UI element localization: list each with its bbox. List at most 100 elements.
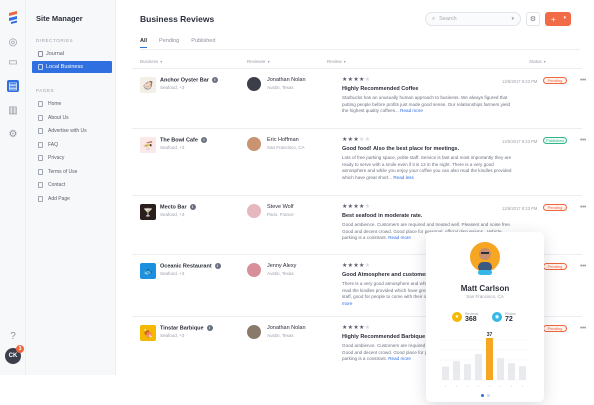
business-category: Seafood, +3: [160, 333, 185, 338]
folder-icon: [38, 64, 43, 70]
more-options-icon[interactable]: •••: [580, 77, 586, 84]
business-name[interactable]: Tinstar Barbique i: [160, 325, 213, 331]
profile-name: Matt Carlson: [460, 284, 510, 293]
help-icon[interactable]: ?: [7, 330, 19, 342]
column-label: Review: [327, 59, 342, 64]
read-less-link[interactable]: Read less: [393, 175, 413, 180]
sidebar-item-local-business[interactable]: Local Business: [32, 61, 112, 73]
column-header-reviewer[interactable]: Reviewer ▾: [247, 59, 270, 64]
rating-stars: ★★★★★: [342, 263, 371, 269]
sidebar-item-label: Contact: [48, 182, 66, 188]
status-badge[interactable]: Pending: [543, 325, 567, 332]
sidebar-item-home[interactable]: Home: [38, 101, 61, 107]
column-label: Status: [529, 59, 542, 64]
business-logo-icon: 🍜: [140, 137, 156, 153]
reviewer-avatar: [247, 137, 261, 151]
reviewer-name[interactable]: Jonathan Nolan: [267, 77, 306, 83]
sidebar-item-label: Journal: [46, 51, 65, 57]
add-button[interactable]: + ▾: [545, 12, 571, 26]
axis-tick: •: [445, 384, 446, 388]
review-date: 12/6/2017 8:23 PM: [502, 139, 538, 144]
axis-tick: •: [500, 384, 501, 388]
sidebar-item-contact[interactable]: Contact: [38, 182, 65, 188]
sidebar-item-terms[interactable]: Terms of Use: [38, 169, 77, 175]
business-logo-icon: 🍖: [140, 325, 156, 341]
axis-tick: •: [511, 384, 512, 388]
more-options-icon[interactable]: •••: [580, 137, 586, 144]
business-name[interactable]: Anchor Oyster Bar i: [160, 77, 218, 83]
pager-dot[interactable]: [481, 394, 484, 397]
chat-icon[interactable]: ▤: [7, 80, 19, 92]
user-initials: CK: [8, 353, 18, 359]
sidebar-item-label: Terms of Use: [48, 169, 78, 175]
verified-icon: i: [189, 204, 196, 210]
column-header-review[interactable]: Review ▾: [327, 59, 346, 64]
user-avatar[interactable]: CK 3: [5, 345, 24, 364]
status-badge[interactable]: Pending: [543, 204, 567, 211]
reviewer-name[interactable]: Steve Wolf: [267, 204, 294, 210]
status-badge[interactable]: Published: [543, 137, 567, 144]
calendar-icon[interactable]: ▭: [7, 56, 19, 68]
search-placeholder: Search: [439, 16, 457, 22]
read-more-link[interactable]: Read more: [400, 108, 423, 113]
tab-pending[interactable]: Pending: [159, 38, 179, 48]
stats-icon[interactable]: ▥: [7, 104, 19, 116]
sidebar-item-journal[interactable]: Journal: [32, 48, 112, 60]
review-title: Highly Recommended Coffee: [342, 86, 419, 92]
sidebar-item-privacy[interactable]: Privacy: [38, 155, 64, 161]
more-options-icon[interactable]: •••: [580, 263, 586, 270]
sort-icon: ▾: [160, 59, 163, 64]
business-category: Seafood, +3: [160, 85, 185, 90]
business-logo-icon: 🐟: [140, 263, 156, 279]
read-more-link[interactable]: Read more: [388, 235, 411, 240]
directories-heading: DIRECTORIES: [36, 38, 74, 43]
reviewer-name[interactable]: Eric Hoffman: [267, 137, 299, 143]
status-badge[interactable]: Pending: [543, 77, 567, 84]
table-row[interactable]: 🍜 The Bowl Cafe i Seafood, +3 Eric Hoffma…: [132, 128, 586, 190]
tab-all[interactable]: All: [140, 38, 148, 48]
business-name[interactable]: The Bowl Cafe i: [160, 137, 207, 143]
gear-icon[interactable]: ⚙: [7, 128, 19, 140]
page-icon: [38, 101, 43, 107]
reviewer-location: San Francisco, CA: [267, 145, 305, 150]
divider: [140, 49, 580, 50]
icon-rail: ◎ ▭ ▤ ▥ ⚙ ? CK 3: [0, 0, 26, 375]
business-logo-icon: 🍸: [140, 204, 156, 220]
search-input[interactable]: ⌕ Search ▾: [425, 12, 521, 26]
tab-published[interactable]: Published: [191, 38, 215, 48]
page-title: Business Reviews: [140, 14, 215, 24]
profile-card: Matt Carlson San Francisco, CA ★ Reviews…: [426, 232, 544, 402]
reviewer-location: Austin, Texas: [267, 85, 294, 90]
page-icon: [38, 182, 43, 188]
reviewer-name[interactable]: Jenny Alexy: [267, 263, 296, 269]
sidebar-item-advertise[interactable]: Advertise with Us: [38, 128, 87, 134]
review-title: Good food! Also the best place for meeti…: [342, 146, 460, 152]
sidebar-item-label: Privacy: [48, 155, 65, 161]
review-title: Best seafood in moderate rate.: [342, 213, 423, 219]
sidebar-item-label: About Us: [48, 115, 69, 121]
axis-tick: •: [478, 384, 479, 388]
reviewer-name[interactable]: Jonathan Nolan: [267, 325, 306, 331]
compass-icon[interactable]: ◎: [7, 36, 19, 48]
verified-icon: i: [211, 77, 218, 83]
page-icon: [38, 115, 43, 121]
pager-dot[interactable]: [487, 394, 490, 397]
table-row[interactable]: 🦪 Anchor Oyster Bar i Seafood, +3 Jonatha…: [132, 68, 586, 130]
verified-icon: i: [200, 137, 207, 143]
column-header-status[interactable]: Status ▾: [529, 59, 546, 64]
status-badge[interactable]: Pending: [543, 263, 567, 270]
sidebar-item-about[interactable]: About Us: [38, 115, 69, 121]
page-icon: [38, 155, 43, 161]
settings-button[interactable]: ⚙: [526, 12, 540, 26]
sidebar-item-faq[interactable]: FAQ: [38, 142, 58, 148]
business-name[interactable]: Mecto Bar i: [160, 204, 196, 210]
axis-tick: •: [489, 384, 490, 388]
more-options-icon[interactable]: •••: [580, 204, 586, 211]
more-options-icon[interactable]: •••: [580, 325, 586, 332]
camera-icon: ◉: [492, 312, 502, 322]
column-header-business[interactable]: Business ▾: [140, 59, 162, 64]
business-name[interactable]: Oceanic Restaurant i: [160, 263, 221, 269]
sort-icon: ▾: [543, 59, 546, 64]
sidebar-item-add-page[interactable]: Add Page: [38, 196, 70, 202]
read-more-link[interactable]: Read more: [388, 356, 411, 361]
